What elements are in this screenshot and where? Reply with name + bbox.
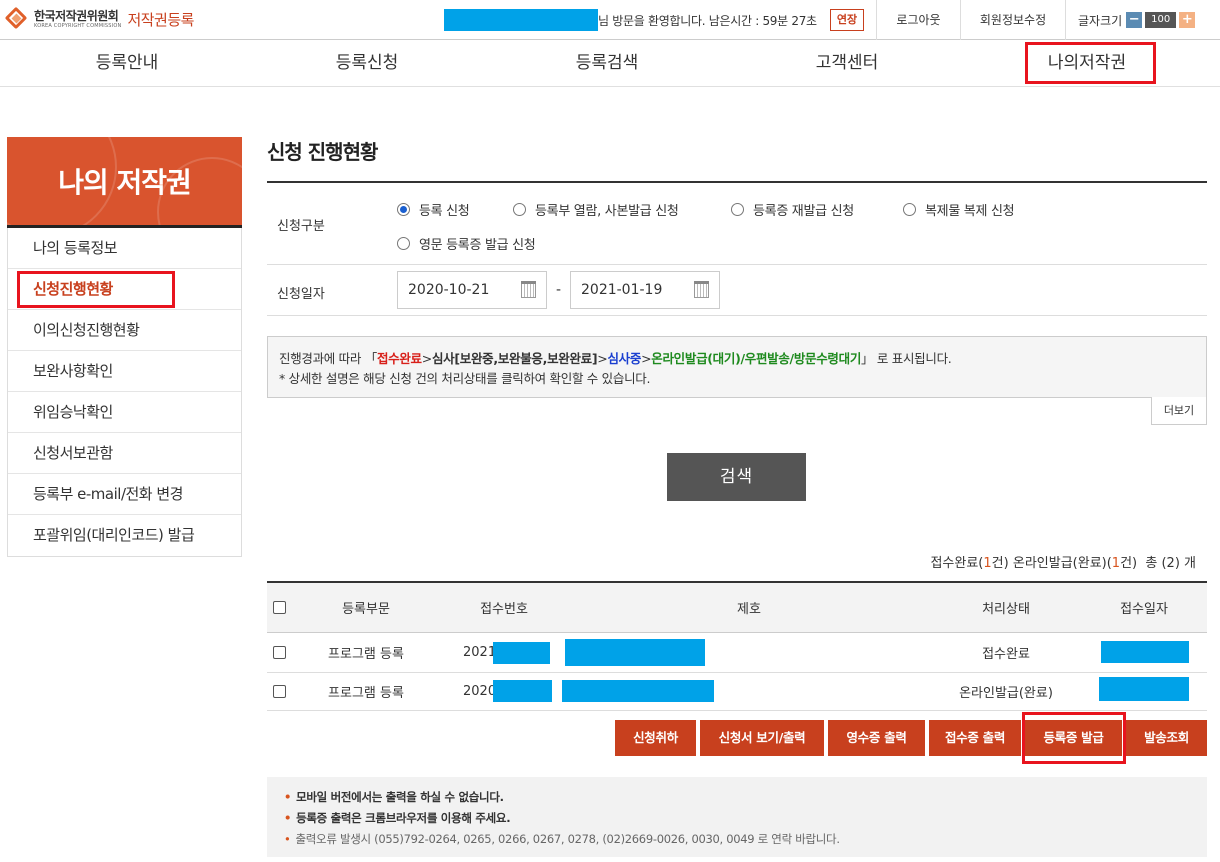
sidebar-header: 나의 저작권 (7, 137, 242, 225)
page-title: 신청 진행현황 (267, 140, 378, 164)
radio-unchecked-icon (731, 203, 744, 216)
notice-mobile: 모바일 버전에서는 출력을 하실 수 없습니다. (296, 790, 504, 804)
logout-link[interactable]: 로그아웃 (876, 0, 960, 40)
date-from-input[interactable]: 2020-10-21 (397, 271, 547, 309)
row-category: 프로그램 등록 (328, 647, 404, 662)
radio-unchecked-icon (903, 203, 916, 216)
radio-duplicate[interactable]: 복제물 복제 신청 (903, 200, 1015, 219)
notice-contact: 출력오류 발생시 (055)792-0264, 0265, 0266, 0267… (295, 832, 840, 846)
info-detail: * 상세한 설명은 해당 신청 건의 처리상태를 클릭하여 확인할 수 있습니다… (279, 371, 651, 386)
status-info-box: 진행경과에 따라 「접수완료>심사[보완중,보완불응,보완완료]>심사중>온라인… (267, 336, 1207, 398)
row-checkbox[interactable] (272, 646, 286, 659)
print-acceptance-button[interactable]: 접수증 출력 (929, 720, 1021, 756)
radio-checked-icon (397, 203, 410, 216)
delivery-inquiry-button[interactable]: 발송조회 (1126, 720, 1207, 756)
sidebar-title: 나의 저작권 (58, 166, 192, 199)
logo[interactable]: 한국저작권위원회 KOREA COPYRIGHT COMMISSION 저작권등… (4, 6, 194, 30)
nav-customer-center[interactable]: 고객센터 (747, 41, 947, 87)
more-button[interactable]: 더보기 (1151, 397, 1207, 425)
sidebar-item-email-phone-change[interactable]: 등록부 e-mail/전화 변경 (8, 474, 241, 515)
font-size-value: 100 (1145, 12, 1177, 28)
result-summary: 접수완료(1건) 온라인발급(완료)(1건) 총 (2) 개 (930, 556, 1196, 571)
font-size-label: 글자크기 (1078, 13, 1123, 28)
sidebar-item-agent-code[interactable]: 포괄위임(대리인코드) 발급 (8, 515, 241, 556)
top-bar: 한국저작권위원회 KOREA COPYRIGHT COMMISSION 저작권등… (0, 0, 1220, 40)
notice-box: • 모바일 버전에서는 출력을 하실 수 없습니다. • 등록증 출력은 크롬브라우… (267, 777, 1207, 857)
edit-member-link[interactable]: 회원정보수정 (960, 0, 1065, 40)
sidebar-item-my-registration[interactable]: 나의 등록정보 (8, 228, 241, 269)
redacted-number (493, 642, 550, 664)
radio-reissue[interactable]: 등록증 재발급 신청 (731, 200, 854, 219)
row-status[interactable]: 접수완료 (931, 633, 1081, 672)
site-name: 저작권등록 (127, 10, 194, 29)
table-row[interactable]: 프로그램 등록 2020 온라인발급(완료) (267, 673, 1207, 711)
sidebar-item-application-storage[interactable]: 신청서보관함 (8, 433, 241, 474)
sidebar-item-delegation-approval[interactable]: 위임승낙확인 (8, 392, 241, 433)
table-header: 등록부문 접수번호 제호 처리상태 접수일자 (267, 581, 1207, 633)
col-status: 처리상태 (982, 602, 1030, 617)
redacted-date (1101, 641, 1189, 663)
logo-icon (4, 6, 28, 30)
col-date: 접수일자 (1120, 602, 1168, 617)
font-size-control: 글자크기 − 100 + (1065, 0, 1220, 40)
row-status[interactable]: 온라인발급(완료) (931, 673, 1081, 710)
calendar-icon[interactable] (521, 281, 536, 298)
col-number: 접수번호 (480, 602, 528, 617)
redacted-date (1099, 677, 1189, 701)
application-table: 등록부문 접수번호 제호 처리상태 접수일자 프로그램 등록 2021 접수완료… (267, 581, 1207, 711)
nav-registration-search[interactable]: 등록검색 (507, 41, 707, 87)
date-separator: - (556, 282, 562, 298)
row-category: 프로그램 등록 (328, 686, 404, 701)
notice-chrome: 등록증 출력은 크롬브라우저를 이용해 주세요. (296, 811, 511, 825)
highlight-my-copyright (1025, 42, 1156, 84)
radio-registration[interactable]: 등록 신청 (397, 200, 470, 219)
date-label: 신청일자 (277, 287, 325, 302)
col-category: 등록부문 (342, 602, 390, 617)
redacted-number (493, 680, 552, 702)
font-decrease-button[interactable]: − (1126, 12, 1143, 28)
type-label: 신청구분 (277, 219, 325, 234)
radio-unchecked-icon (513, 203, 526, 216)
nav-registration-apply[interactable]: 등록신청 (267, 41, 467, 87)
welcome-text: 님 방문을 환영합니다. 남은시간 : 59분 27초 (598, 14, 817, 28)
org-name: 한국저작권위원회 (34, 8, 119, 23)
highlight-application-status (17, 271, 175, 308)
sidebar-item-supplement-check[interactable]: 보완사항확인 (8, 351, 241, 392)
radio-unchecked-icon (397, 237, 410, 250)
highlight-issue-certificate (1022, 712, 1126, 764)
cancel-application-button[interactable]: 신청취하 (615, 720, 696, 756)
search-button[interactable]: 검색 (667, 453, 806, 501)
redacted-title (562, 680, 714, 702)
calendar-icon[interactable] (694, 281, 709, 298)
nav-registration-guide[interactable]: 등록안내 (27, 41, 227, 87)
date-to-input[interactable]: 2021-01-19 (570, 271, 720, 309)
radio-register-view[interactable]: 등록부 열람, 사본발급 신청 (513, 200, 679, 219)
redacted-title (565, 639, 705, 666)
table-row[interactable]: 프로그램 등록 2021 접수완료 (267, 633, 1207, 673)
print-receipt-button[interactable]: 영수증 출력 (828, 720, 925, 756)
col-title: 제호 (737, 602, 761, 617)
radio-english-cert[interactable]: 영문 등록증 발급 신청 (397, 234, 536, 253)
redacted-username (444, 9, 598, 31)
sidebar-item-objection-status[interactable]: 이의신청진행현황 (8, 310, 241, 351)
view-print-application-button[interactable]: 신청서 보기/출력 (700, 720, 824, 756)
extend-session-button[interactable]: 연장 (830, 9, 864, 31)
font-increase-button[interactable]: + (1179, 12, 1196, 28)
select-all-checkbox[interactable] (272, 601, 286, 614)
row-checkbox[interactable] (272, 685, 286, 698)
org-sub: KOREA COPYRIGHT COMMISSION (34, 22, 122, 29)
